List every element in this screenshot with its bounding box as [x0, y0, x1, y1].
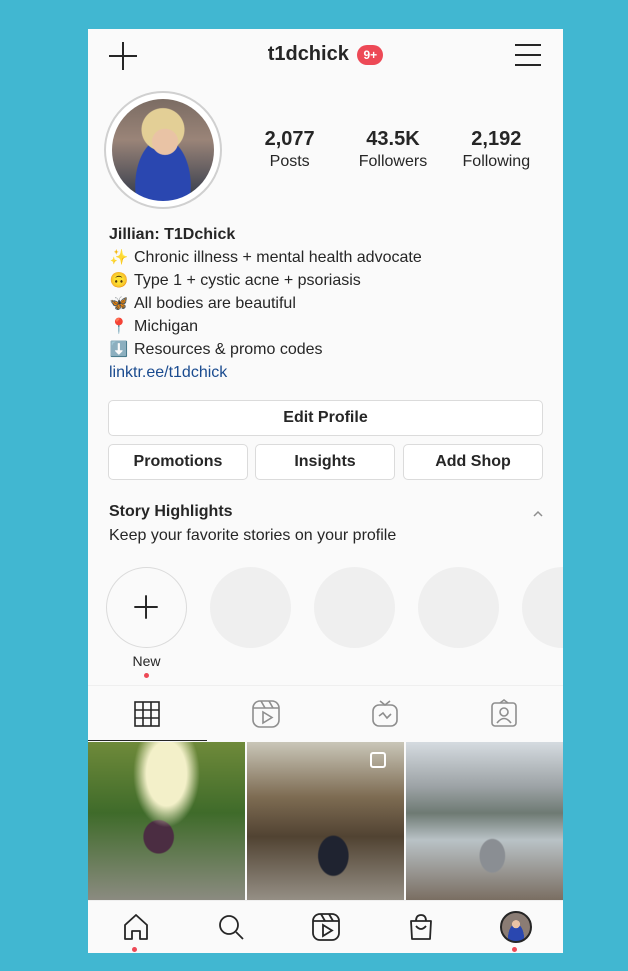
down-arrow-emoji: ⬇️ [109, 341, 129, 358]
nav-search[interactable] [183, 901, 278, 953]
notification-dot [132, 947, 137, 952]
posts-grid [88, 742, 563, 900]
insights-button[interactable]: Insights [255, 444, 395, 480]
reels-icon [311, 913, 340, 941]
notification-badge: 9+ [357, 44, 384, 65]
tab-igtv[interactable] [326, 686, 445, 741]
edit-profile-button[interactable]: Edit Profile [108, 400, 543, 436]
story-highlights-subtitle: Keep your favorite stories on your profi… [109, 527, 397, 544]
search-icon [218, 915, 244, 940]
chevron-up-icon[interactable] [531, 507, 545, 521]
new-highlight-label: New [132, 653, 161, 669]
highlight-placeholder [210, 567, 291, 648]
phone-screen: t1dchick 9+ 2,077 Posts 43.5K Followers … [88, 29, 563, 953]
profile-avatar [499, 911, 532, 943]
bottom-nav [88, 900, 563, 953]
profile-stats: 2,077 Posts 43.5K Followers 2,192 Follow… [238, 127, 548, 173]
reels-icon [252, 699, 280, 728]
followers-label: Followers [358, 153, 428, 170]
top-bar: t1dchick 9+ [88, 29, 563, 85]
following-label: Following [462, 153, 531, 170]
posts-count: 2,077 [264, 128, 315, 150]
home-icon [123, 914, 148, 940]
bio-line: 🙃 Type 1 + cystic acne + psoriasis [109, 269, 549, 292]
story-highlights-title: Story Highlights [109, 503, 233, 520]
multi-photo-icon [370, 752, 386, 768]
highlight-placeholder [314, 567, 395, 648]
bio-line: ✨ Chronic illness + mental health advocat… [109, 246, 549, 269]
profile-photo [112, 99, 214, 201]
username-header[interactable]: t1dchick 9+ [88, 43, 563, 66]
highlight-placeholder [522, 567, 563, 648]
butterfly-emoji: 🦋 [109, 295, 129, 312]
shop-icon [409, 914, 432, 940]
post-thumbnail[interactable] [88, 742, 245, 900]
bio-line: 🦋 All bodies are beautiful [109, 292, 549, 315]
promotions-button[interactable]: Promotions [108, 444, 248, 480]
bio-text: Type 1 + cystic acne + psoriasis [134, 272, 361, 289]
bio-line: ⬇️ Resources & promo codes [109, 338, 549, 361]
bio-link[interactable]: linktr.ee/t1dchick [109, 361, 549, 384]
post-thumbnail[interactable] [406, 742, 563, 900]
nav-profile[interactable] [468, 901, 563, 953]
notification-dot [144, 673, 149, 678]
upside-down-face-emoji: 🙃 [109, 272, 129, 289]
highlight-placeholder [418, 567, 499, 648]
igtv-icon [372, 699, 398, 727]
username[interactable]: t1dchick [268, 43, 349, 65]
following-count: 2,192 [471, 128, 522, 150]
profile-tabs [88, 685, 563, 741]
profile-avatar[interactable] [104, 91, 222, 209]
stat-posts[interactable]: 2,077 Posts [238, 127, 341, 173]
post-thumbnail[interactable] [247, 742, 404, 900]
notification-dot [512, 947, 517, 952]
add-shop-button[interactable]: Add Shop [403, 444, 543, 480]
grid-icon [134, 700, 161, 727]
pin-emoji: 📍 [109, 318, 129, 335]
tagged-icon [490, 698, 517, 727]
bio-text: All bodies are beautiful [134, 295, 296, 312]
tab-tagged[interactable] [444, 686, 563, 741]
bio-text: Chronic illness + mental health advocate [134, 249, 422, 266]
bio-text: Michigan [134, 318, 199, 335]
display-name: Jillian: T1Dchick [109, 226, 236, 243]
tab-reels[interactable] [207, 686, 326, 741]
bio-text: Resources & promo codes [134, 341, 323, 358]
nav-reels[interactable] [278, 901, 373, 953]
sparkles-emoji: ✨ [109, 249, 129, 266]
nav-home[interactable] [88, 901, 183, 953]
stat-followers[interactable]: 43.5K Followers [341, 127, 444, 173]
posts-label: Posts [269, 153, 310, 170]
plus-icon [134, 595, 158, 619]
menu-icon[interactable] [513, 41, 543, 69]
nav-shop[interactable] [373, 901, 468, 953]
tab-grid[interactable] [88, 686, 207, 741]
bio-line: 📍 Michigan [109, 315, 549, 338]
followers-count: 43.5K [366, 128, 420, 150]
stat-following[interactable]: 2,192 Following [445, 127, 548, 173]
new-highlight-button[interactable] [106, 567, 187, 648]
profile-bio: Jillian: T1Dchick ✨ Chronic illness + men… [109, 223, 549, 384]
